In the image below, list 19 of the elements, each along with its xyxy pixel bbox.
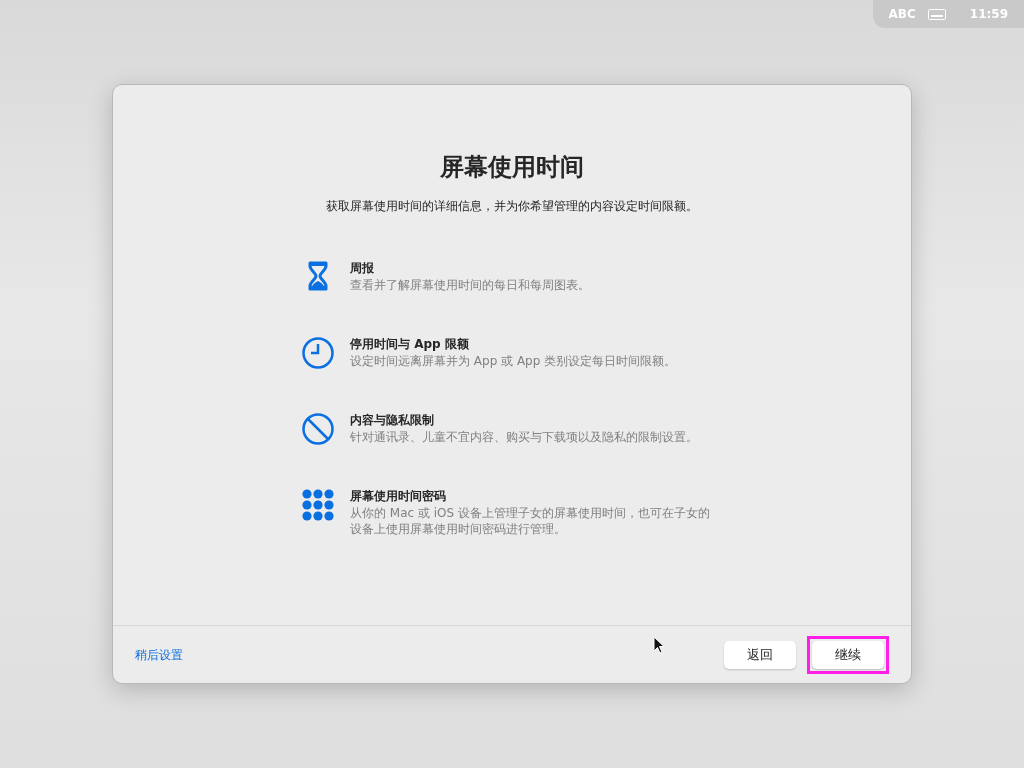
- keypad-icon: [302, 489, 334, 521]
- feature-description: 从你的 Mac 或 iOS 设备上管理子女的屏幕使用时间，也可在子女的设备上使用屏幕使用时间密码进行管理。: [350, 505, 711, 537]
- feature-description: 设定时间远离屏幕并为 App 或 App 类别设定每日时间限额。: [350, 353, 678, 369]
- continue-button[interactable]: 继续: [812, 640, 884, 669]
- feature-title: 内容与隐私限制: [350, 412, 435, 429]
- feature-title: 停用时间与 App 限额: [350, 336, 470, 353]
- prohibited-icon: [302, 413, 334, 445]
- feature-description: 查看并了解屏幕使用时间的每日和每周图表。: [350, 277, 591, 293]
- keyboard-icon[interactable]: [927, 8, 946, 20]
- setup-later-link[interactable]: 稍后设置: [135, 645, 183, 664]
- feature-title: 屏幕使用时间密码: [350, 488, 447, 505]
- dialog-subtitle: 获取屏幕使用时间的详细信息，并为你希望管理的内容设定时间限额。: [326, 198, 698, 215]
- feature-description: 针对通讯录、儿童不宜内容、购买与下载项以及隐私的限制设置。: [350, 429, 699, 445]
- back-button[interactable]: 返回: [724, 640, 796, 669]
- hourglass-icon: [308, 261, 328, 291]
- dialog-title: 屏幕使用时间: [440, 152, 584, 183]
- clock-icon: [302, 337, 334, 369]
- feature-title: 周报: [350, 260, 375, 277]
- mouse-pointer-icon: [653, 636, 665, 654]
